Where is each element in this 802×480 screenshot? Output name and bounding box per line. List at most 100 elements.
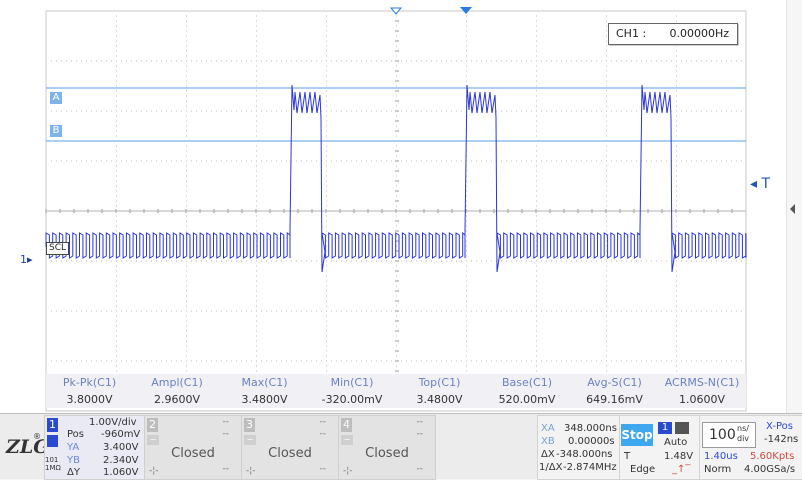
record-time: 1.40us [704,451,738,462]
channel3-status: Closed [268,446,312,461]
channel4-dash: -- [416,429,424,439]
channel2-dash: -- [222,464,230,474]
channel4-panel[interactable]: 4 − -- -- -- -¦- Closed [338,415,436,480]
channel4-number: 4 [341,418,352,432]
channel2-coupling-icon: − [147,435,159,445]
run-stop-button[interactable]: Stop [621,424,653,446]
channel3-dash: -- [319,429,327,439]
measurement-name: Max(C1) [241,376,288,389]
cursor-inv-label: 1/ΔX [539,462,563,473]
channel1-offset-marker[interactable]: 1▸ [20,253,33,266]
measurement-value: 3.8000V [66,393,113,406]
sample-rate: 4.00GSa/s [744,464,796,475]
trigger-mode: Auto [664,437,688,448]
collapse-panel-icon[interactable] [790,204,795,214]
waveform-display[interactable] [0,0,802,413]
measurement-name: ACRMS-N(C1) [664,376,740,389]
measurement-value: 649.16mV [586,393,643,406]
frequency-counter: CH1 : 0.00000Hz [608,23,738,45]
cursor-dx-value: -348.000ns [556,449,613,460]
channel1-dy-label: ΔY [67,467,80,478]
cursor-readout-panel[interactable]: XA 348.000ns XB 0.00000s ΔX -348.000ns 1… [537,415,621,480]
trigger-level: 1.48V [664,451,694,462]
channel1-yb-label: YB [67,455,80,466]
channel1-marker-label: 1 [20,253,27,266]
channel1-number: 1 [47,418,58,432]
channel1-ya-value: 3.400V [103,442,139,453]
channel3-dash: -¦- [246,466,256,476]
measurement-value: -320.00mV [321,393,383,406]
cursor-xa-value: 348.000ns [564,423,617,434]
channel2-dash: -¦- [149,466,159,476]
measurement-name: Avg-S(C1) [587,376,642,389]
xpos-value: -142ns [764,434,799,445]
channel1-ya-label: YA [67,442,80,453]
channel1-pos-label: Pos [67,429,85,440]
cursor-xa-label: XA [541,423,555,434]
channel3-number: 3 [244,418,255,432]
measurement-name: Base(C1) [501,376,553,389]
timebase-panel[interactable]: 100 ns/ div X-Pos -142ns 1.40us 5.60Kpts… [699,415,802,480]
cursor-b-tag[interactable]: B [50,125,62,137]
cursor-inv-value: -2.874MHz [563,462,617,473]
channel2-status: Closed [171,446,215,461]
channel1-impedance: 101 1MΩ [45,456,61,472]
cursor-xb-label: XB [541,436,555,447]
timebase-unit-top: ns/ [737,424,749,433]
channel2-number: 2 [147,418,158,432]
channel3-dash: -- [319,464,327,474]
trigger-type: Edge [630,464,656,475]
channel1-dy-value: 1.060V [103,467,139,478]
measurement-name: Ampl(C1) [151,376,203,389]
channel1-scale: 1.00V/div [89,417,137,428]
record-points: 5.60Kpts [750,451,795,462]
channel3-dash: -- [319,417,327,427]
timebase-unit-bottom: div [737,434,750,443]
timebase-scale-box[interactable]: 100 ns/ div [702,422,756,448]
trigger-level-label: T [761,176,771,192]
channel4-coupling-icon: − [341,435,353,445]
channel2-dash: -- [222,417,230,427]
trigger-level-marker[interactable]: ◂ T [750,176,770,192]
measurement-value: 3.4800V [241,393,288,406]
xpos-label: X-Pos [766,421,793,432]
measurement-value: 1.0600V [678,393,725,406]
measurement-value: 3.4800V [416,393,463,406]
channel1-yb-value: 2.340V [103,455,139,466]
channel2-panel[interactable]: 2 − -- -- -- -¦- Closed [144,415,242,480]
brand-logo: ZLG [6,436,50,458]
channel2-dash: -- [222,429,230,439]
brand-logo-reg: ® [33,432,41,441]
channel4-dash: -¦- [343,466,353,476]
measurement-bar: Pk-Pk(C1) 3.8000V Ampl(C1) 2.9600V Max(C1) 3.… [46,374,746,408]
measurement-name: Top(C1) [418,376,461,389]
measurement-value: 520.00mV [498,393,556,406]
frequency-counter-value: 0.00000Hz [669,27,729,40]
rising-edge-icon: _↑‾ [672,464,691,475]
channel4-status: Closed [365,446,409,461]
measurement-name: Min(C1) [330,376,374,389]
cursor-a-tag[interactable]: A [50,92,62,104]
channel1-coupling-icon [47,435,58,447]
trigger-panel[interactable]: Stop 1 Auto T 1.48V Edge _↑‾ [619,415,701,480]
channel3-coupling-icon: − [244,435,256,445]
measurement-value: 2.9600V [153,393,200,406]
bus-label-tag: SCL [46,242,70,255]
cursor-xb-value: 0.00000s [568,436,615,447]
bottom-panel: ZLG ® 1 101 1MΩ 1.00V/div Pos -960mV YA … [0,413,802,480]
channel4-dash: -- [416,464,424,474]
channel1-waveform [45,84,747,273]
grid-center-ticks [45,10,733,402]
waveform-svg [45,7,747,412]
acquisition-mode: Norm [704,464,732,475]
trigger-t-label: T [624,451,631,462]
channel1-panel[interactable]: 1 101 1MΩ 1.00V/div Pos -960mV YA 3.400V… [44,415,145,480]
channel1-pos-value: -960mV [101,429,141,440]
channel4-dash: -- [416,417,424,427]
cursor-dx-label: ΔX [541,449,555,460]
trigger-source: 1 [658,422,672,434]
measurement-name: Pk-Pk(C1) [62,376,117,389]
frequency-counter-label: CH1 : [616,27,647,40]
channel3-panel[interactable]: 3 − -- -- -- -¦- Closed [241,415,339,480]
trigger-menu-icon[interactable] [675,422,689,434]
